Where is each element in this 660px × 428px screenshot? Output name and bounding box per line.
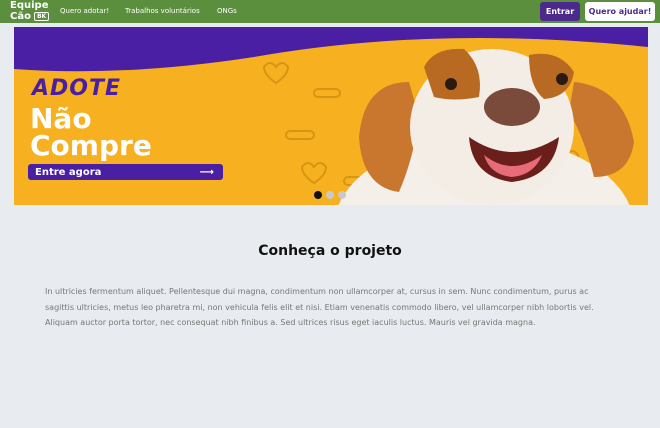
logo-line-1: Equipe — [10, 0, 49, 11]
section-title: Conheça o projeto — [258, 243, 402, 259]
help-button[interactable]: Quero ajudar! — [585, 2, 655, 21]
cta-label: Entre agora — [35, 166, 102, 178]
banner-cta-button[interactable]: Entre agora ⟶ — [28, 164, 223, 180]
hero-carousel[interactable]: ADOTE Não Compre Entre agora ⟶ — [14, 27, 648, 205]
nav-link-ngos[interactable]: ONGs — [217, 7, 237, 16]
logo-badge: BK — [33, 12, 50, 21]
banner-kicker: ADOTE — [32, 76, 122, 101]
top-navbar: Equipe Cão BK Quero adotar! Trabalhos vo… — [0, 0, 660, 23]
banner-headline-line-2: Compre — [30, 129, 152, 162]
equipe-cao-logo[interactable]: Equipe Cão BK — [10, 0, 50, 22]
carousel-indicators — [314, 191, 346, 199]
nav-link-adopt[interactable]: Quero adotar! — [60, 7, 109, 16]
dog-illustration — [338, 48, 634, 205]
carousel-dot-2[interactable] — [326, 191, 334, 199]
arrow-right-icon: ⟶ — [199, 167, 214, 178]
logo-line-2: Cão — [10, 11, 31, 22]
carousel-dot-3[interactable] — [338, 191, 346, 199]
nav-link-volunteer[interactable]: Trabalhos voluntários — [125, 7, 200, 16]
section-body-text: In ultricies fermentum aliquet. Pellente… — [45, 287, 594, 327]
carousel-dot-1[interactable] — [314, 191, 322, 199]
login-button[interactable]: Entrar — [540, 2, 580, 21]
